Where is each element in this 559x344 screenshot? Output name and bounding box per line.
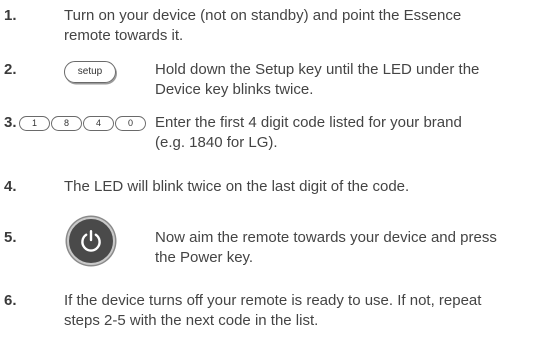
digit-key-icon: 8 <box>51 116 82 131</box>
step-number: 3. <box>4 114 17 131</box>
step-text-line: remote towards it. <box>64 27 184 44</box>
setup-key-icon: setup <box>64 61 116 83</box>
step-text-line: The LED will blink twice on the last dig… <box>64 178 410 195</box>
digit-key-icon: 4 <box>83 116 114 131</box>
step-number: 1. <box>4 7 17 24</box>
step-text-line: Now aim the remote towards your device a… <box>155 229 497 246</box>
step-text-line: Device key blinks twice. <box>155 81 314 98</box>
step-text-line: Hold down the Setup key until the LED un… <box>155 61 480 78</box>
step-text-line: Turn on your device (not on standby) and… <box>64 7 462 24</box>
step-number: 5. <box>4 229 17 246</box>
digit-key-icon: 1 <box>19 116 50 131</box>
digit-key-icon: 0 <box>115 116 146 131</box>
step-text: If the device turns off your remote is r… <box>64 291 481 331</box>
step-text-line: Enter the first 4 digit code listed for … <box>155 114 462 131</box>
step-text: The LED will blink twice on the last dig… <box>64 177 409 197</box>
step-text-line: (e.g. 1840 for LG). <box>155 134 278 151</box>
power-key-icon <box>67 217 115 265</box>
step-text-line: If the device turns off your remote is r… <box>64 292 482 309</box>
step-text: Hold down the Setup key until the LED un… <box>155 60 479 100</box>
step-number: 6. <box>4 292 17 309</box>
step-text-line: the Power key. <box>155 249 254 266</box>
step-text-line: steps 2-5 with the next code in the list… <box>64 312 319 329</box>
step-text: Turn on your device (not on standby) and… <box>64 6 461 46</box>
step-text: Now aim the remote towards your device a… <box>155 228 497 268</box>
digit-keys: 1 8 4 0 <box>19 116 146 131</box>
step-number: 4. <box>4 178 17 195</box>
step-number: 2. <box>4 61 17 78</box>
step-text: Enter the first 4 digit code listed for … <box>155 113 462 153</box>
